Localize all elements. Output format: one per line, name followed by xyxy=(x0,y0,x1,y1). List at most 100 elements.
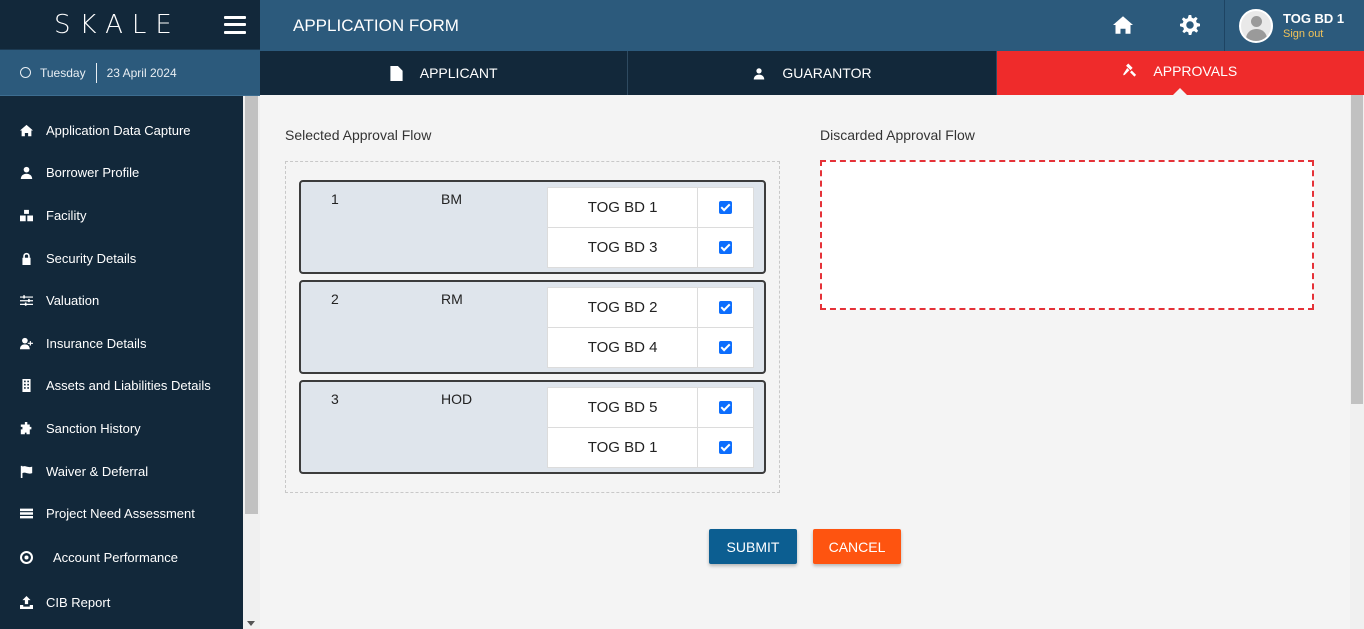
approver-checkbox[interactable] xyxy=(719,200,733,214)
sidebar-scrollbar-thumb[interactable] xyxy=(245,96,258,514)
flow-number: 3 xyxy=(331,391,339,407)
sidebar-item-label: Project Need Assessment xyxy=(46,506,195,522)
tab-guarantor[interactable]: GUARANTOR xyxy=(628,51,997,95)
submit-button[interactable]: SUBMIT xyxy=(709,529,797,564)
app-logo: SKALE xyxy=(54,9,181,40)
approver-checkbox[interactable] xyxy=(719,400,733,414)
sidebar-item-application-data-capture[interactable]: Application Data Capture xyxy=(0,109,243,152)
approver-row: TOG BD 1 xyxy=(546,187,754,228)
cancel-button[interactable]: CANCEL xyxy=(813,529,901,564)
sidebar-nav: Application Data Capture Borrower Profil… xyxy=(0,109,243,624)
discarded-approval-flow-dropzone[interactable] xyxy=(820,160,1314,310)
date-day: Tuesday xyxy=(40,65,86,80)
sidebar-item-cib-report[interactable]: CIB Report xyxy=(0,581,243,624)
sidebar-item-security-details[interactable]: Security Details xyxy=(0,237,243,280)
list-icon xyxy=(19,507,33,521)
shield-icon xyxy=(19,251,33,265)
approver-name: TOG BD 4 xyxy=(546,327,699,368)
sidebar-item-label: Insurance Details xyxy=(46,335,147,351)
approval-flow-card[interactable]: 2 RM TOG BD 2 TOG BD 4 xyxy=(299,280,766,374)
sidebar-item-waiver-deferral[interactable]: Waiver & Deferral xyxy=(0,450,243,493)
tab-approvals[interactable]: APPROVALS xyxy=(996,51,1364,96)
approver-row: TOG BD 3 xyxy=(546,227,754,268)
approver-name: TOG BD 3 xyxy=(546,227,699,268)
target-icon xyxy=(19,551,33,565)
approver-row: TOG BD 1 xyxy=(546,427,754,468)
building-icon xyxy=(19,379,33,393)
avatar xyxy=(1239,8,1273,43)
main-scrollbar[interactable] xyxy=(1350,95,1364,629)
date-bar: Tuesday 23 April 2024 xyxy=(0,50,260,96)
upload-icon xyxy=(19,595,33,609)
flow-number: 1 xyxy=(331,191,339,207)
flow-role: RM xyxy=(441,291,463,307)
approval-flow-card[interactable]: 1 BM TOG BD 1 TOG BD 3 xyxy=(299,180,766,274)
approver-row: TOG BD 4 xyxy=(546,327,754,368)
sidebar-item-assets-liabilities[interactable]: Assets and Liabilities Details xyxy=(0,365,243,408)
settings-button[interactable] xyxy=(1177,12,1203,38)
sidebar-item-label: Waiver & Deferral xyxy=(46,463,149,479)
sign-out-link[interactable]: Sign out xyxy=(1283,28,1344,40)
sidebar-item-label: Application Data Capture xyxy=(46,122,191,138)
sidebar-item-label: Sanction History xyxy=(46,420,141,436)
main-scrollbar-thumb[interactable] xyxy=(1351,95,1363,404)
tab-applicant[interactable]: APPLICANT xyxy=(260,51,629,95)
scroll-down-arrow-icon[interactable] xyxy=(247,621,255,626)
sidebar-item-label: Account Performance xyxy=(53,550,179,566)
user-menu[interactable]: TOG BD 1 Sign out xyxy=(1224,0,1364,51)
puzzle-icon xyxy=(19,421,33,435)
gear-icon xyxy=(1180,15,1200,35)
user-icon xyxy=(19,166,33,180)
clock-icon xyxy=(20,67,31,78)
tab-label: GUARANTOR xyxy=(782,65,872,81)
selected-approval-flow-dropzone[interactable]: 1 BM TOG BD 1 TOG BD 3 2 RM TOG BD 2 TOG… xyxy=(285,161,780,493)
top-header: APPLICATION FORM TOG BD 1 Sign out xyxy=(260,0,1364,51)
approver-name: TOG BD 1 xyxy=(546,427,699,468)
sidebar-item-insurance-details[interactable]: Insurance Details xyxy=(0,322,243,365)
sidebar-item-label: Security Details xyxy=(46,250,137,266)
approvals-panel: Selected Approval Flow Discarded Approva… xyxy=(260,95,1350,629)
tab-label: APPLICANT xyxy=(419,65,498,81)
sidebar-item-borrower-profile[interactable]: Borrower Profile xyxy=(0,152,243,195)
home-button[interactable] xyxy=(1110,12,1136,38)
sidebar-item-sanction-history[interactable]: Sanction History xyxy=(0,407,243,450)
sidebar-item-label: CIB Report xyxy=(46,594,111,610)
approver-name: TOG BD 5 xyxy=(546,387,699,428)
home-icon xyxy=(1113,16,1133,34)
flag-icon xyxy=(19,464,33,478)
sliders-icon xyxy=(19,294,33,308)
approver-checkbox[interactable] xyxy=(719,240,733,254)
cubes-icon xyxy=(19,208,33,222)
logo-bar: SKALE xyxy=(0,0,260,50)
flow-number: 2 xyxy=(331,291,339,307)
sidebar-scrollbar[interactable] xyxy=(243,96,260,629)
date-separator xyxy=(95,62,97,83)
tab-label: APPROVALS xyxy=(1153,63,1238,79)
approver-name: TOG BD 2 xyxy=(546,287,699,328)
approver-table: TOG BD 1 TOG BD 3 xyxy=(546,187,754,268)
approval-flow-card[interactable]: 3 HOD TOG BD 5 TOG BD 1 xyxy=(299,380,766,474)
sidebar-item-account-performance[interactable]: Account Performance xyxy=(0,535,243,581)
approver-name: TOG BD 1 xyxy=(546,187,699,228)
discarded-flow-label: Discarded Approval Flow xyxy=(820,127,975,143)
sidebar-item-valuation[interactable]: Valuation xyxy=(0,279,243,322)
approver-checkbox[interactable] xyxy=(719,340,733,354)
sidebar-item-project-need-assessment[interactable]: Project Need Assessment xyxy=(0,492,243,535)
approver-row: TOG BD 2 xyxy=(546,287,754,328)
flow-role: HOD xyxy=(441,391,473,407)
form-tabs: APPLICANT GUARANTOR APPROVALS xyxy=(260,51,1364,96)
approver-checkbox[interactable] xyxy=(719,440,733,454)
selected-flow-label: Selected Approval Flow xyxy=(285,127,432,143)
approver-table: TOG BD 2 TOG BD 4 xyxy=(546,287,754,368)
menu-toggle-icon[interactable] xyxy=(224,15,246,34)
sidebar-item-facility[interactable]: Facility xyxy=(0,194,243,237)
user-icon xyxy=(752,66,766,80)
sidebar: SKALE Tuesday 23 April 2024 Application … xyxy=(0,0,260,629)
gavel-icon xyxy=(1123,63,1137,77)
flow-role: BM xyxy=(441,191,462,207)
page-title: APPLICATION FORM xyxy=(293,15,459,35)
file-icon xyxy=(390,65,404,81)
sidebar-item-label: Facility xyxy=(46,207,87,223)
approver-checkbox[interactable] xyxy=(719,300,733,314)
sidebar-item-label: Valuation xyxy=(46,293,100,309)
